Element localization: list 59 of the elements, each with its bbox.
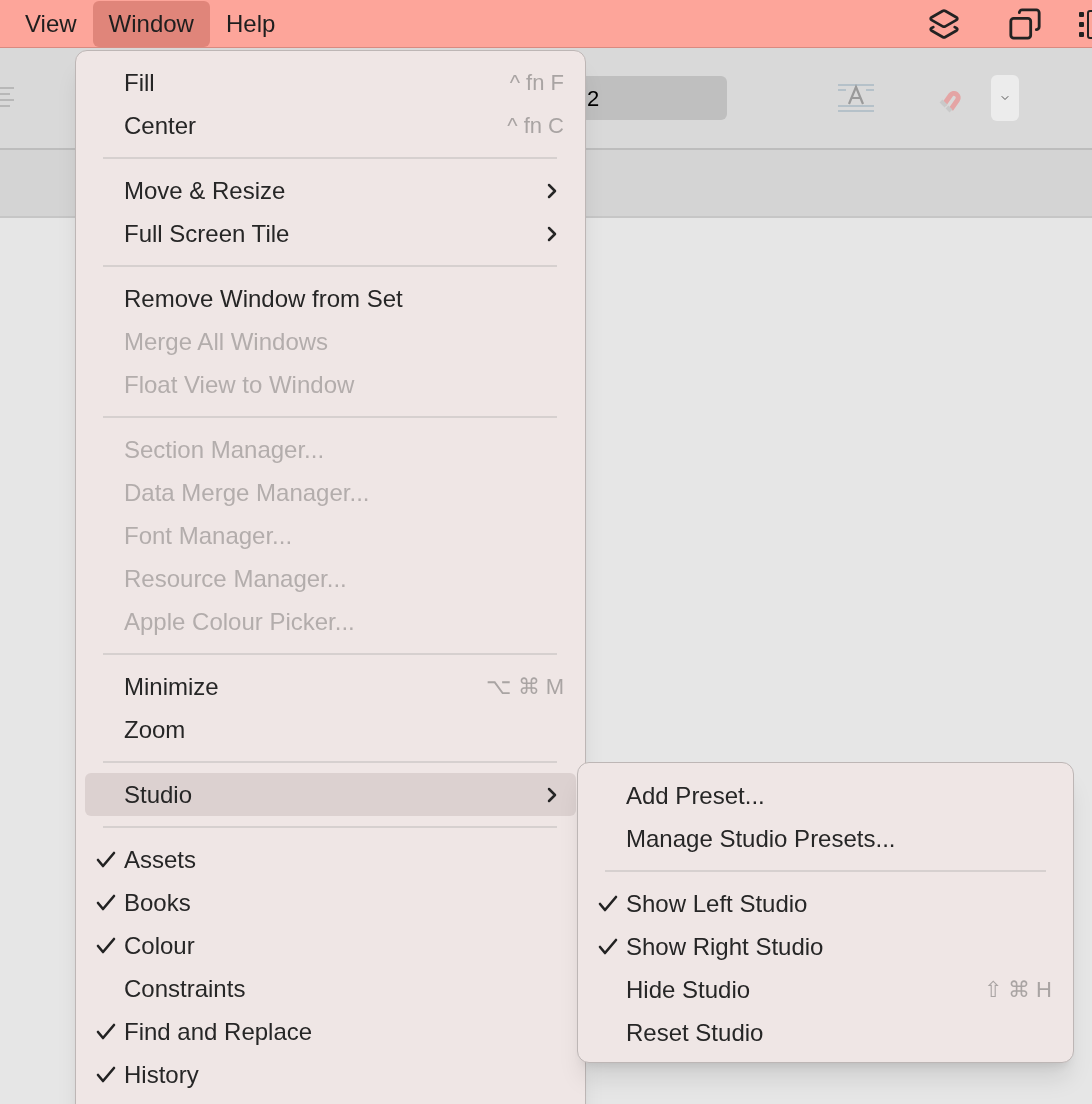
windows-icon[interactable] [1008, 6, 1042, 41]
menu-item-label: Section Manager... [124, 434, 325, 465]
menu-item[interactable]: Find and Replace [85, 1010, 576, 1053]
menu-item-label: Apple Colour Picker... [124, 606, 355, 637]
menu-item-label: Manage Studio Presets... [626, 823, 896, 854]
menu-item-label: Fill [124, 67, 155, 98]
menu-item[interactable]: Constraints [85, 967, 576, 1010]
menu-item-label: Full Screen Tile [124, 218, 290, 249]
menu-item[interactable]: Show Right Studio [587, 925, 1064, 968]
menu-item-label: Find and Replace [124, 1016, 313, 1047]
menu-item-label: Move & Resize [124, 175, 286, 206]
menu-item-label: Center [124, 110, 197, 141]
menu-item-label: Show Right Studio [626, 931, 824, 962]
menu-item[interactable]: Books [85, 881, 576, 924]
shortcut-label: ⇧ ⌘ H [983, 976, 1052, 1004]
menu-item[interactable]: Fill ^ fn F [85, 61, 576, 104]
menu-item-label: Resource Manager... [124, 563, 347, 594]
menu-item-label: Font Manager... [124, 520, 293, 551]
menu-item[interactable]: Reset Studio [587, 1011, 1064, 1054]
menu-item-label: Add Preset... [626, 780, 765, 811]
menu-item-label: History [124, 1059, 199, 1090]
text-frame-icon[interactable] [837, 82, 875, 114]
menu-item-label: Data Merge Manager... [124, 477, 370, 508]
menu-item[interactable]: History [85, 1053, 576, 1096]
menu-item-label: Assets [124, 844, 197, 875]
menu-bar-item[interactable]: View [9, 0, 93, 47]
menu-item[interactable]: Center ^ fn C [85, 104, 576, 147]
layers-icon[interactable] [928, 7, 960, 40]
menu-item-label: Merge All Windows [124, 326, 329, 357]
menu-item-label: Constraints [124, 973, 246, 1004]
menu-item-label: Reset Studio [626, 1017, 764, 1048]
dropdown-button[interactable] [991, 75, 1019, 121]
menu-item[interactable]: Hide Studio ⇧ ⌘ H [587, 968, 1064, 1011]
menu-item-label: Zoom [124, 714, 186, 745]
menu-bar-item[interactable]: Help [209, 0, 292, 47]
shortcut-label: ^ fn F [509, 69, 564, 97]
menu-item-label: Books [124, 887, 191, 918]
menu-item[interactable]: Studio [85, 773, 576, 816]
menu-item-label: Hide Studio [626, 974, 751, 1005]
menu-item[interactable]: Manage Studio Presets... [587, 817, 1064, 860]
menu-item-label: Colour [124, 930, 195, 961]
menu-item[interactable]: Remove Window from Set [85, 277, 576, 320]
sidebar-icon[interactable] [1078, 7, 1092, 40]
shortcut-label: ^ fn C [507, 112, 564, 140]
menu-item[interactable]: Minimize ⌥ ⌘ M [85, 665, 576, 708]
menu-item[interactable]: Full Screen Tile [85, 212, 576, 255]
menu-item-label: Minimize [124, 671, 219, 702]
menu-bar-item[interactable]: Window [92, 0, 210, 47]
menu-item-label: Remove Window from Set [124, 283, 403, 314]
menu-item[interactable]: Zoom [85, 708, 576, 751]
menu-item[interactable]: Move & Resize [85, 169, 576, 212]
menu-item[interactable]: Show Left Studio [587, 882, 1064, 925]
shortcut-label: ⌥ ⌘ M [486, 673, 564, 701]
menu-item-label: Show Left Studio [626, 888, 808, 919]
menu-item-label: Studio [124, 779, 193, 810]
menu-item-label: Float View to Window [124, 369, 355, 400]
menu-item[interactable]: Add Preset... [587, 774, 1064, 817]
menu-item[interactable]: Assets [85, 838, 576, 881]
menu-item[interactable]: Colour [85, 924, 576, 967]
